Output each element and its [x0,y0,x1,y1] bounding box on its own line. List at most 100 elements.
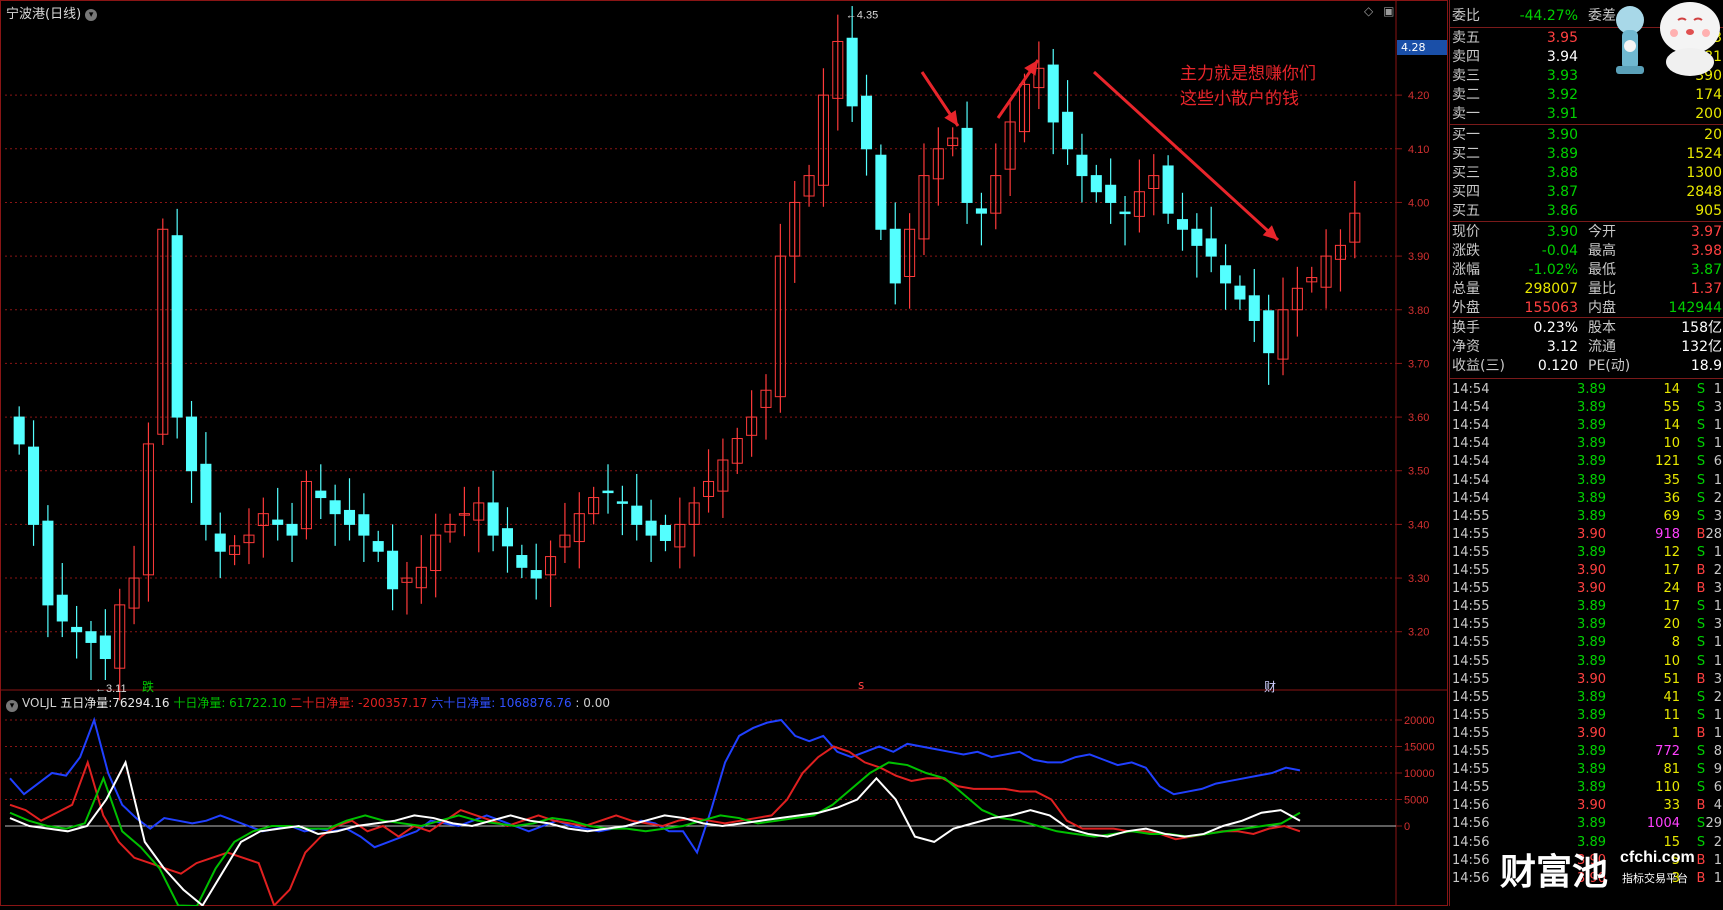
candle-body [1220,265,1232,284]
buy-label: 买二 [1452,146,1480,162]
chart-title: 宁波港(日线) ▾ [6,3,98,22]
tick-time: 14:54 [1452,490,1490,506]
stat2-label-2: PE(动) [1588,358,1631,374]
tick-side: B [1696,563,1706,578]
candle-body [889,228,901,284]
tick-time: 14:56 [1452,870,1490,886]
diamond-icon[interactable]: ◇ [1364,4,1373,18]
sell-vol: 174 [1695,87,1722,103]
sell-row: 卖一 3.91 200 [1450,105,1723,124]
vol-tick-label: 5000 [1404,795,1428,807]
tick-row: 14:55 3.89 11 S 1 [1450,707,1723,725]
stat2-row: 收益(三) 0.120 PE(动) 18.9 [1450,357,1723,376]
candle-body [387,550,399,590]
tick-row: 14:54 3.89 14 S 1 [1450,417,1723,435]
indicator-chevron-icon[interactable]: ▾ [6,700,18,712]
event-label-s[interactable]: s [858,678,864,692]
tick-volume: 24 [1663,581,1680,597]
tick-time: 14:55 [1452,707,1490,723]
weibi-label: 委比 [1452,8,1480,24]
tick-side: S [1696,762,1706,778]
tick-count: 1 [1713,472,1722,488]
candle-body [343,509,356,525]
tick-side: B [1696,798,1706,814]
price-tick-label: 3.40 [1408,519,1429,531]
tick-price: 3.90 [1577,581,1606,597]
candle-body [875,154,887,230]
tick-price: 3.89 [1577,454,1606,470]
tick-volume: 110 [1655,780,1680,796]
tick-side: S [1696,418,1706,434]
price-tick-label: 3.60 [1408,412,1429,424]
sell-price: 3.92 [1546,87,1578,103]
sell-vol: 200 [1695,106,1722,122]
tick-price: 3.89 [1577,418,1606,434]
tick-price: 3.89 [1577,436,1606,452]
quote-panel: 委比 -44.27% 委差 卖五3.9533卖四3.94281卖三3.93390… [1449,0,1723,906]
annotation-arrow-down-1-head [944,110,958,126]
tick-volume: 1004 [1646,816,1680,832]
stat-value-2: 3.97 [1690,224,1722,240]
tick-count: 1 [1713,635,1722,651]
peak-label: ←4.35 [846,10,878,22]
chevron-down-icon[interactable]: ▾ [85,9,98,21]
tick-row: 14:54 3.89 36 S 2 [1450,490,1723,508]
candle-body [961,127,973,203]
stat2-value-2: 132亿 [1681,339,1722,355]
sell-price: 3.93 [1546,68,1578,84]
candle-body [1105,184,1117,203]
stat2-value-2: 18.9 [1690,358,1722,374]
stat-value: 3.90 [1546,224,1578,240]
candle-body [42,520,54,606]
tick-price: 3.89 [1577,472,1606,488]
tick-count: 29 [1705,816,1722,832]
tick-time: 14:56 [1452,834,1490,850]
buy-label: 买三 [1452,165,1480,181]
tick-row: 14:55 3.89 20 S 3 [1450,616,1723,634]
candle-body [659,524,671,541]
tick-row: 14:54 3.89 14 S 1 [1450,381,1723,399]
tick-count: 1 [1713,436,1722,452]
annotation-arrow-up-head [1024,60,1038,76]
kline-chart-area[interactable]: 4.20 4.10 4.00 3.90 3.80 3.70 3.60 3.50 3.40 3.30… [0,0,1448,906]
tick-side: S [1696,400,1706,416]
tick-count: 1 [1713,653,1722,669]
kline-svg[interactable]: 4.20 4.10 4.00 3.90 3.80 3.70 3.60 3.50 3.40 3.30… [0,0,1448,906]
five-day-value: 76294.16 [112,696,170,710]
indicator-legend: ▾ VOLJL 五日净量:76294.16 十日净量: 61722.10 二十日净… [6,694,610,712]
candle-body [516,555,528,568]
tick-time: 14:55 [1452,599,1490,615]
stat2-label-2: 股本 [1588,320,1616,336]
tick-time: 14:55 [1452,653,1490,669]
event-label-cai[interactable]: 财 [1264,678,1276,695]
tick-time: 14:55 [1452,725,1490,741]
buy-label: 买四 [1452,184,1480,200]
tick-side: S [1696,780,1706,796]
tick-time: 14:56 [1452,816,1490,832]
tick-time: 14:55 [1452,508,1490,524]
candle-body [1047,64,1059,123]
tick-price: 3.89 [1577,689,1606,705]
stat2-label-2: 流通 [1588,339,1616,355]
tick-volume: 81 [1663,762,1680,778]
stat-row: 总量 298007 量比 1.37 [1450,280,1723,299]
price-tick-label: 4.20 [1408,90,1429,102]
tick-side: S [1696,744,1706,759]
tick-time: 14:55 [1452,617,1490,633]
tick-time: 14:55 [1452,635,1490,651]
buy-row: 买一 3.90 20 [1450,126,1723,145]
candle-body [1062,111,1074,150]
candle-body [602,490,614,494]
stat-value: 155063 [1524,300,1578,316]
vol-tick-label: 20000 [1404,715,1435,727]
stat-value: -1.02% [1528,262,1578,278]
tick-time: 14:55 [1452,762,1490,778]
logo-brand-text: 财富池 [1500,851,1608,893]
window-icon[interactable]: ▣ [1383,4,1394,18]
price-tick-label: 3.20 [1408,627,1429,639]
tick-price: 3.89 [1577,635,1606,651]
candle-body [1176,219,1189,230]
tick-row: 14:56 3.89 1004 S 29 [1450,815,1723,833]
indicator-line [9,716,1301,855]
event-label-die[interactable]: 跌 [142,678,154,695]
